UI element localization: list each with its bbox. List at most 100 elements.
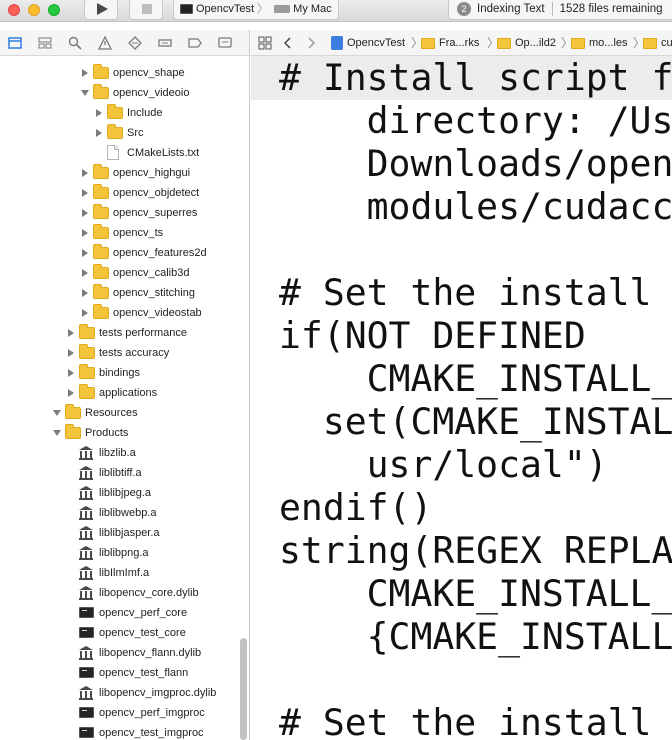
disclosure-closed-icon[interactable]: [96, 109, 102, 117]
code-line[interactable]: endif(): [279, 486, 672, 529]
navigator-row[interactable]: applications: [0, 383, 249, 403]
navigator-row[interactable]: liblibwebp.a: [0, 503, 249, 523]
code-line[interactable]: directory: /Us: [279, 99, 672, 142]
close-window-button[interactable]: [8, 4, 20, 16]
disclosure-closed-icon[interactable]: [68, 369, 74, 377]
find-icon[interactable]: [68, 36, 82, 50]
disclosure-closed-icon[interactable]: [82, 209, 88, 217]
navigator-row-label: opencv_ts: [113, 227, 164, 239]
jumpbar-item-frameworks[interactable]: Fra...rks: [421, 30, 479, 55]
stop-button[interactable]: [129, 0, 163, 20]
run-button[interactable]: [84, 0, 118, 20]
disclosure-closed-icon[interactable]: [68, 329, 74, 337]
report-icon[interactable]: [218, 36, 232, 50]
folder-icon: [93, 204, 109, 219]
navigator-row[interactable]: opencv_shape: [0, 63, 249, 83]
navigator-row[interactable]: tests performance: [0, 323, 249, 343]
disclosure-closed-icon[interactable]: [68, 349, 74, 357]
code-line[interactable]: # Install script f: [279, 56, 672, 99]
disclosure-closed-icon[interactable]: [82, 229, 88, 237]
jumpbar-item-build[interactable]: Op...ild2: [497, 30, 556, 55]
test-icon[interactable]: [128, 36, 142, 50]
forward-icon[interactable]: [307, 37, 315, 49]
code-line[interactable]: string(REGEX REPLA: [279, 529, 672, 572]
code-line[interactable]: [279, 228, 672, 271]
navigator-row[interactable]: liblibtiff.a: [0, 463, 249, 483]
zoom-window-button[interactable]: [48, 4, 60, 16]
project-navigator-icon[interactable]: [8, 36, 22, 50]
source-editor[interactable]: # Install script f directory: /Us Downlo…: [251, 56, 672, 740]
code-line[interactable]: {CMAKE_INSTALL: [279, 615, 672, 658]
navigator-row[interactable]: opencv_features2d: [0, 243, 249, 263]
navigator-row[interactable]: CMakeLists.txt: [0, 143, 249, 163]
breakpoint-icon[interactable]: [188, 36, 202, 50]
debug-icon[interactable]: [158, 36, 172, 50]
navigator-row[interactable]: opencv_calib3d: [0, 263, 249, 283]
disclosure-closed-icon[interactable]: [96, 129, 102, 137]
navigator-row[interactable]: opencv_test_flann: [0, 663, 249, 683]
navigator-row[interactable]: opencv_objdetect: [0, 183, 249, 203]
code-line[interactable]: # Set the install: [279, 271, 672, 314]
navigator-row[interactable]: Src: [0, 123, 249, 143]
code-line[interactable]: set(CMAKE_INSTAL: [279, 400, 672, 443]
code-line[interactable]: CMAKE_INSTALL_: [279, 572, 672, 615]
minimize-window-button[interactable]: [28, 4, 40, 16]
jumpbar-item-project[interactable]: OpencvTest: [331, 30, 405, 55]
code-line[interactable]: CMAKE_INSTALL_: [279, 357, 672, 400]
activity-count-badge[interactable]: 2: [457, 1, 471, 16]
code-line[interactable]: usr/local"): [279, 443, 672, 486]
jumpbar-item-modules[interactable]: mo...les: [571, 30, 628, 55]
disclosure-closed-icon[interactable]: [82, 69, 88, 77]
navigator-row[interactable]: liblibjasper.a: [0, 523, 249, 543]
disclosure-open-icon[interactable]: [53, 410, 61, 416]
navigator-row[interactable]: opencv_superres: [0, 203, 249, 223]
navigator-row[interactable]: libopencv_imgproc.dylib: [0, 683, 249, 703]
disclosure-closed-icon[interactable]: [82, 309, 88, 317]
issue-icon[interactable]: [98, 36, 112, 50]
navigator-row[interactable]: liblibpng.a: [0, 543, 249, 563]
navigator-row[interactable]: libopencv_flann.dylib: [0, 643, 249, 663]
navigator-row[interactable]: opencv_stitching: [0, 283, 249, 303]
navigator-row[interactable]: Include: [0, 103, 249, 123]
activity-status: Indexing Text: [477, 3, 545, 15]
navigator-row[interactable]: opencv_perf_core: [0, 603, 249, 623]
navigator-row[interactable]: liblibjpeg.a: [0, 483, 249, 503]
disclosure-open-icon[interactable]: [81, 90, 89, 96]
disclosure-closed-icon[interactable]: [82, 189, 88, 197]
navigator-row[interactable]: opencv_perf_imgproc: [0, 703, 249, 723]
disclosure-closed-icon[interactable]: [68, 389, 74, 397]
folder-icon: [107, 104, 123, 119]
scheme-selector[interactable]: OpencvTest 〉 My Mac: [173, 0, 339, 20]
folder-icon: [107, 124, 123, 139]
navigator-row[interactable]: libopencv_core.dylib: [0, 583, 249, 603]
disclosure-open-icon[interactable]: [53, 430, 61, 436]
back-icon[interactable]: [284, 37, 292, 49]
navigator-row[interactable]: Resources: [0, 403, 249, 423]
code-line[interactable]: # Set the install: [279, 701, 672, 740]
navigator-row[interactable]: opencv_highgui: [0, 163, 249, 183]
jumpbar-item-cudacodec[interactable]: cu: [643, 30, 672, 55]
navigator-scrollbar[interactable]: [240, 638, 247, 740]
code-line[interactable]: [279, 658, 672, 701]
navigator-row-label: opencv_stitching: [113, 287, 195, 299]
navigator-row[interactable]: tests accuracy: [0, 343, 249, 363]
navigator-row[interactable]: libIlmImf.a: [0, 563, 249, 583]
navigator-row[interactable]: opencv_videostab: [0, 303, 249, 323]
disclosure-closed-icon[interactable]: [82, 169, 88, 177]
navigator-row[interactable]: opencv_ts: [0, 223, 249, 243]
disclosure-closed-icon[interactable]: [82, 289, 88, 297]
disclosure-closed-icon[interactable]: [82, 269, 88, 277]
code-line[interactable]: Downloads/open: [279, 142, 672, 185]
disclosure-closed-icon[interactable]: [82, 249, 88, 257]
navigator-row[interactable]: Products: [0, 423, 249, 443]
code-line[interactable]: modules/cudacc: [279, 185, 672, 228]
related-items-icon[interactable]: [258, 36, 272, 50]
code-text[interactable]: # Install script f directory: /Us Downlo…: [279, 56, 672, 740]
navigator-row[interactable]: opencv_videoio: [0, 83, 249, 103]
navigator-row[interactable]: opencv_test_core: [0, 623, 249, 643]
navigator-row[interactable]: libzlib.a: [0, 443, 249, 463]
navigator-row[interactable]: bindings: [0, 363, 249, 383]
code-line[interactable]: if(NOT DEFINED: [279, 314, 672, 357]
source-control-icon[interactable]: [38, 36, 52, 50]
navigator-row[interactable]: opencv_test_imgproc: [0, 723, 249, 740]
